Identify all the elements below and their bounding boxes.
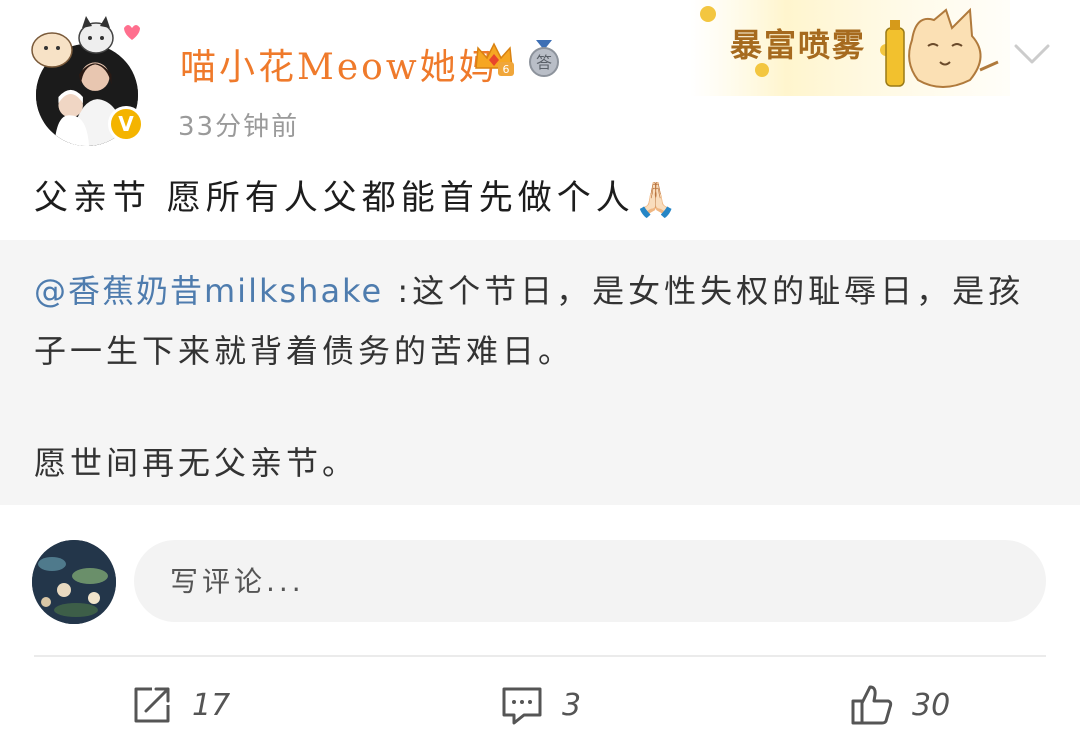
decoration-label: 暴富喷雾	[730, 26, 867, 64]
repost-count: 17	[192, 687, 231, 723]
post-timestamp: 33分钟前	[178, 112, 300, 142]
medal-text: 答	[536, 53, 552, 72]
repost-icon	[134, 687, 170, 723]
medal-icon[interactable]: 答	[524, 38, 564, 78]
chevron-down-icon[interactable]	[1012, 40, 1052, 68]
comment-icon	[502, 687, 542, 725]
repost-button[interactable]: 17	[130, 680, 230, 730]
retweet-text-part1: 这个节日，是女性失权的耻辱日，是孩	[412, 272, 1025, 310]
cartoon-pets-decoration-icon	[31, 16, 140, 68]
post-text: 父亲节 愿所有人父都能首先做个人	[34, 178, 635, 218]
divider	[34, 655, 1046, 657]
author-name[interactable]: 喵小花Meow她妈	[180, 38, 498, 90]
retweet-mention-link[interactable]: @香蕉奶昔milkshake	[34, 272, 383, 310]
vip-crown-icon[interactable]: 6	[472, 38, 516, 78]
like-count: 30	[912, 687, 951, 723]
retweet-line: @香蕉奶昔milkshake :这个节日，是女性失权的耻辱日，是孩	[34, 266, 1024, 312]
author-avatar-wrap[interactable]: V	[24, 14, 150, 146]
post-content: 父亲节 愿所有人父都能首先做个人🙏🏻	[34, 170, 682, 220]
comment-count: 3	[562, 687, 582, 723]
weibo-post: V 喵小花Meow她妈 6 答 33分钟前 暴富喷雾 父亲节 愿所有人父都能首先…	[0, 0, 1080, 749]
current-user-avatar[interactable]	[32, 540, 116, 624]
comment-button[interactable]: 3	[500, 680, 581, 730]
folded-hands-emoji: 🙏🏻	[634, 180, 683, 220]
vip-level-text: 6	[503, 63, 510, 76]
thumbs-up-icon	[851, 685, 893, 725]
verified-badge-icon: V	[108, 106, 144, 142]
like-button[interactable]: 30	[850, 680, 950, 730]
retweet-separator: :	[383, 272, 413, 310]
retweet-text-part3: 愿世间再无父亲节。	[34, 444, 359, 482]
retweet-text-part2: 子一生下来就背着债务的苦难日。	[34, 332, 575, 370]
comment-input[interactable]	[134, 540, 1046, 622]
